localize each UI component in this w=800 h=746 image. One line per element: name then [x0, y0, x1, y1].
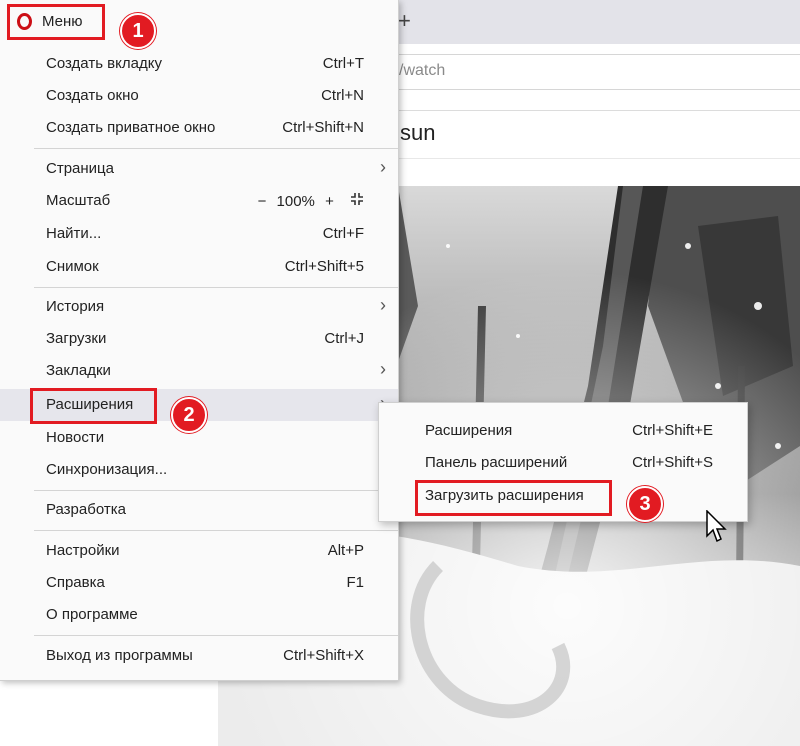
highlight-box-extensions [30, 388, 157, 424]
menu-item-help[interactable]: Справка F1 [0, 567, 398, 599]
chevron-right-icon: › [380, 157, 386, 177]
menu-item-snapshot[interactable]: Снимок Ctrl+Shift+5 [0, 251, 398, 283]
menu-separator [34, 530, 398, 531]
menu-item-developer[interactable]: Разработка [0, 494, 398, 526]
menu-separator [34, 635, 398, 636]
menu-item-news[interactable]: Новости [0, 422, 398, 454]
menu-item-page[interactable]: Страница › [0, 153, 398, 185]
menu-item-new-tab[interactable]: Создать вкладку Ctrl+T [0, 48, 398, 80]
menu-item-sync[interactable]: Синхронизация... [0, 454, 398, 486]
chevron-right-icon: › [380, 295, 386, 315]
mouse-cursor-icon [706, 509, 728, 548]
zoom-in-button[interactable]: + [325, 193, 334, 210]
submenu-item-extensions[interactable]: Расширения Ctrl+Shift+E [379, 415, 747, 447]
menu-item-new-window[interactable]: Создать окно Ctrl+N [0, 80, 398, 112]
menu-separator [34, 287, 398, 288]
address-bar-text: /watch [399, 62, 446, 79]
menu-separator [34, 148, 398, 149]
new-tab-button[interactable]: + [398, 8, 411, 34]
zoom-out-button[interactable]: − [258, 193, 267, 210]
divider [380, 158, 800, 159]
address-bar[interactable]: /watch [392, 54, 800, 90]
menu-item-exit[interactable]: Выход из программы Ctrl+Shift+X [0, 640, 398, 672]
menu-item-settings[interactable]: Настройки Alt+P [0, 535, 398, 567]
extensions-submenu: Расширения Ctrl+Shift+E Панель расширени… [378, 402, 748, 522]
menu-item-about[interactable]: О программе [0, 599, 398, 631]
divider [380, 110, 800, 111]
menu-item-private-window[interactable]: Создать приватное окно Ctrl+Shift+N [0, 112, 398, 144]
step-badge-1: 1 [120, 13, 156, 49]
chevron-right-icon: › [380, 359, 386, 379]
menu-item-downloads[interactable]: Загрузки Ctrl+J [0, 323, 398, 355]
menu-item-history[interactable]: История › [0, 291, 398, 323]
step-badge-3: 3 [627, 486, 663, 522]
fullscreen-icon[interactable] [350, 193, 364, 210]
menu-item-find[interactable]: Найти... Ctrl+F [0, 218, 398, 250]
menu-item-zoom: Масштаб − 100% + [0, 185, 398, 217]
zoom-level: 100% [276, 193, 315, 210]
submenu-item-extensions-panel[interactable]: Панель расширений Ctrl+Shift+S [379, 447, 747, 479]
menu-item-bookmarks[interactable]: Закладки › [0, 355, 398, 387]
page-title: sun [400, 120, 436, 145]
opera-main-menu: Меню 1 Создать вкладку Ctrl+T Создать ок… [0, 0, 399, 681]
menu-separator [34, 490, 398, 491]
highlight-box-menu [7, 4, 105, 40]
highlight-box-get-extensions [415, 480, 612, 516]
